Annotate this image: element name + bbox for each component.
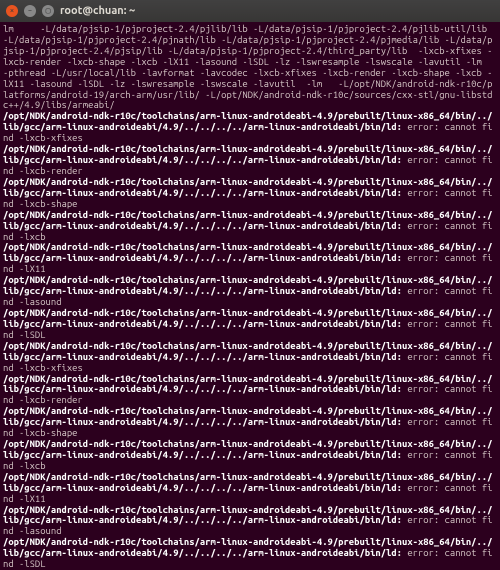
window-controls: × – ▢ — [6, 5, 54, 17]
terminal-line: /opt/NDK/android-ndk-r10c/toolchains/arm… — [3, 472, 497, 505]
terminal-line: /opt/NDK/android-ndk-r10c/toolchains/arm… — [3, 275, 497, 308]
terminal-line: /opt/NDK/android-ndk-r10c/toolchains/arm… — [3, 537, 497, 570]
terminal-line: /opt/NDK/android-ndk-r10c/toolchains/arm… — [3, 374, 497, 407]
terminal-line: /opt/NDK/android-ndk-r10c/toolchains/arm… — [3, 111, 497, 144]
maximize-icon[interactable]: ▢ — [42, 5, 54, 17]
terminal-line: /opt/NDK/android-ndk-r10c/toolchains/arm… — [3, 505, 497, 538]
minimize-icon[interactable]: – — [24, 5, 36, 17]
terminal-output[interactable]: lm -L/data/pjsip-1/pjproject-2.4/pjlib/l… — [0, 22, 500, 570]
close-icon[interactable]: × — [6, 5, 18, 17]
terminal-line: /opt/NDK/android-ndk-r10c/toolchains/arm… — [3, 210, 497, 243]
terminal-line: /opt/NDK/android-ndk-r10c/toolchains/arm… — [3, 439, 497, 472]
titlebar: × – ▢ root@chuan: ~ — [0, 0, 500, 22]
terminal-line: lm -L/data/pjsip-1/pjproject-2.4/pjlib/l… — [3, 24, 497, 111]
window-title: root@chuan: ~ — [60, 5, 135, 18]
terminal-line: /opt/NDK/android-ndk-r10c/toolchains/arm… — [3, 406, 497, 439]
terminal-line: /opt/NDK/android-ndk-r10c/toolchains/arm… — [3, 177, 497, 210]
terminal-line: /opt/NDK/android-ndk-r10c/toolchains/arm… — [3, 242, 497, 275]
terminal-line: /opt/NDK/android-ndk-r10c/toolchains/arm… — [3, 341, 497, 374]
terminal-line: /opt/NDK/android-ndk-r10c/toolchains/arm… — [3, 308, 497, 341]
terminal-line: /opt/NDK/android-ndk-r10c/toolchains/arm… — [3, 144, 497, 177]
